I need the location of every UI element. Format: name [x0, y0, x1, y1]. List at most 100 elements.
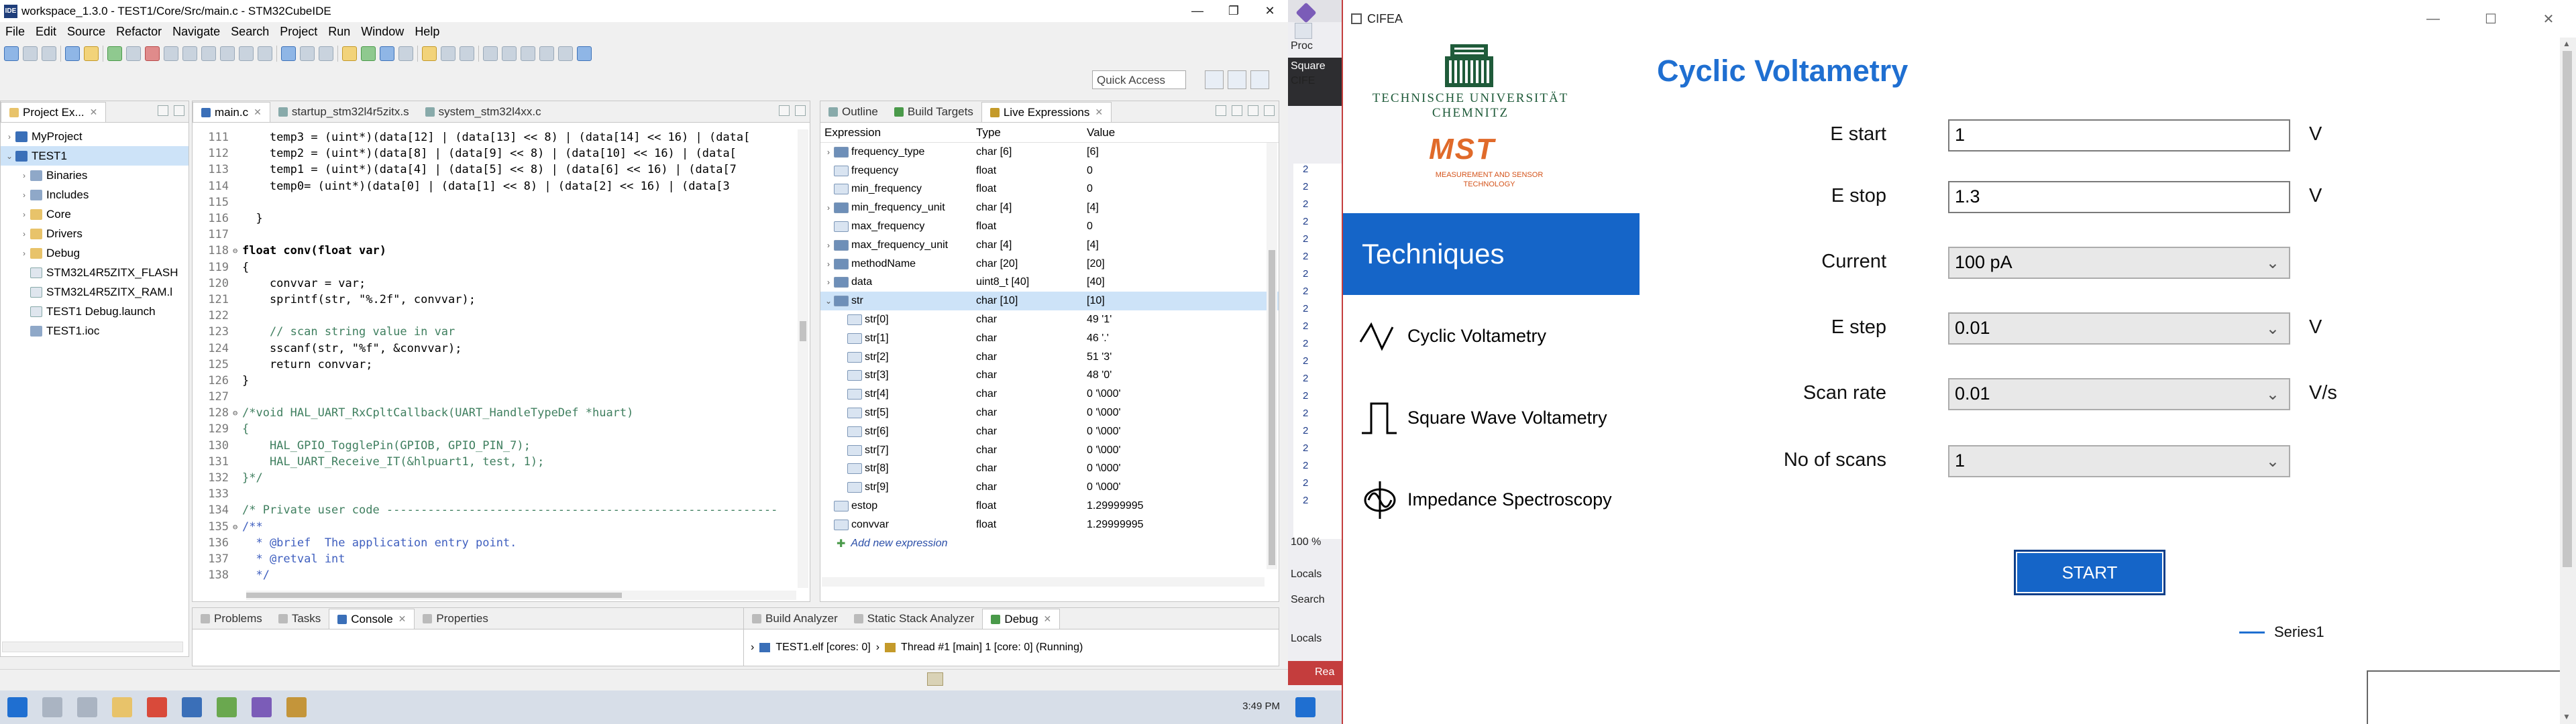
- search-icon[interactable]: [441, 46, 455, 61]
- back-icon[interactable]: [521, 46, 535, 61]
- expression-row[interactable]: › min_frequency_unit char [4] [4]: [820, 198, 1279, 217]
- vs-tree-item[interactable]: 2: [1293, 181, 1342, 198]
- tab-debug[interactable]: Debug ✕: [982, 609, 1061, 629]
- menu-help[interactable]: Help: [409, 25, 445, 39]
- debug-icon[interactable]: [380, 46, 394, 61]
- tab-build-targets[interactable]: Build Targets: [886, 102, 981, 122]
- save-all-icon[interactable]: [42, 46, 56, 61]
- menu-edit[interactable]: Edit: [30, 25, 62, 39]
- visual-studio-icon[interactable]: [252, 697, 272, 717]
- close-icon[interactable]: ✕: [254, 107, 262, 118]
- device-config-icon[interactable]: [281, 46, 296, 61]
- close-icon[interactable]: ✕: [1252, 0, 1288, 22]
- expression-row[interactable]: › frequency_type char [6] [6]: [820, 143, 1279, 162]
- tab-live-expressions[interactable]: Live Expressions ✕: [981, 102, 1112, 122]
- tree-item[interactable]: › MyProject: [1, 127, 189, 146]
- menu-navigate[interactable]: Navigate: [167, 25, 225, 39]
- no-of-scans-select[interactable]: 1 ⌄: [1948, 445, 2290, 477]
- cpp-perspective-icon[interactable]: [1228, 70, 1246, 89]
- pin-icon[interactable]: [558, 46, 573, 61]
- maximize-icon[interactable]: ☐: [2462, 0, 2520, 38]
- fold-icon[interactable]: ⊖: [233, 408, 242, 418]
- vs-tree-item[interactable]: 2: [1293, 286, 1342, 303]
- task-icon[interactable]: [460, 46, 474, 61]
- chevron-down-icon[interactable]: ⌄: [5, 152, 14, 161]
- tree-item[interactable]: › Drivers: [1, 224, 189, 243]
- vs-tree-item[interactable]: 2: [1293, 442, 1342, 460]
- chevron-right-icon[interactable]: ›: [876, 642, 879, 654]
- run-icon[interactable]: [361, 46, 376, 61]
- expression-row[interactable]: ⌄ str char [10] [10]: [820, 292, 1279, 311]
- vs-tree-item[interactable]: 2: [1293, 373, 1342, 390]
- start-button[interactable]: START: [2014, 550, 2165, 595]
- terminate-icon[interactable]: [145, 46, 160, 61]
- chevron-right-icon[interactable]: ›: [823, 147, 834, 157]
- vs-locals-tab[interactable]: Locals: [1291, 633, 1322, 645]
- close-icon[interactable]: ✕: [1044, 613, 1052, 625]
- minimize-icon[interactable]: —: [1179, 0, 1216, 22]
- vs-tree-item[interactable]: 2: [1293, 477, 1342, 495]
- close-icon[interactable]: ✕: [398, 613, 407, 625]
- stm32cubeide-icon[interactable]: [182, 697, 202, 717]
- vs-tree-item[interactable]: 2: [1293, 320, 1342, 338]
- app-icon[interactable]: [286, 697, 307, 717]
- open-perspective-icon[interactable]: [1205, 70, 1224, 89]
- tab-project-explorer[interactable]: Project Ex... ✕: [1, 102, 107, 122]
- header-value[interactable]: Value: [1087, 126, 1261, 139]
- save-icon[interactable]: [23, 46, 38, 61]
- status-icon[interactable]: [927, 672, 943, 686]
- vs-tree-item[interactable]: 2: [1293, 268, 1342, 286]
- menu-cyclic-voltametry[interactable]: Cyclic Voltametry: [1356, 312, 1652, 359]
- chevron-right-icon[interactable]: ›: [19, 249, 29, 258]
- quick-access-input[interactable]: Quick Access: [1092, 70, 1186, 89]
- e-start-input[interactable]: 1: [1948, 119, 2290, 152]
- tree-item[interactable]: › Debug: [1, 243, 189, 263]
- instruction-step-icon[interactable]: [239, 46, 254, 61]
- vs-search[interactable]: Search: [1291, 594, 1325, 606]
- menu-search[interactable]: Search: [225, 25, 274, 39]
- menu-run[interactable]: Run: [323, 25, 356, 39]
- scan-rate-select[interactable]: 0.01 ⌄: [1948, 378, 2290, 410]
- horizontal-scrollbar[interactable]: [822, 577, 1265, 587]
- menu-project[interactable]: Project: [274, 25, 323, 39]
- debug-thread-row[interactable]: › TEST1.elf [cores: 0] › Thread #1 [main…: [751, 642, 1083, 654]
- expression-row[interactable]: › max_frequency_unit char [4] [4]: [820, 236, 1279, 255]
- build-icon[interactable]: [65, 46, 80, 61]
- windows-start-icon[interactable]: [7, 697, 28, 717]
- disconnect-icon[interactable]: [164, 46, 178, 61]
- close-icon[interactable]: ✕: [2520, 0, 2576, 38]
- vs-locals-tab[interactable]: Locals: [1291, 568, 1322, 581]
- expression-row[interactable]: convvar float 1.29999995: [820, 516, 1279, 534]
- task-view-icon[interactable]: [77, 697, 97, 717]
- expression-row[interactable]: str[8] char 0 '\000': [820, 460, 1279, 479]
- tree-item[interactable]: › Core: [1, 204, 189, 224]
- vs-tree-item[interactable]: 2: [1293, 338, 1342, 355]
- header-type[interactable]: Type: [976, 126, 1087, 139]
- chevron-right-icon[interactable]: ›: [823, 278, 834, 287]
- tab-properties[interactable]: Properties: [415, 609, 496, 629]
- tab-outline[interactable]: Outline: [820, 102, 886, 122]
- scroll-down-icon[interactable]: ▼: [2563, 712, 2571, 721]
- horizontal-scrollbar[interactable]: [246, 591, 796, 600]
- vs-tree-item[interactable]: 2: [1293, 303, 1342, 320]
- hammer-icon[interactable]: [84, 46, 99, 61]
- tab-problems[interactable]: Problems: [193, 609, 270, 629]
- menu-window[interactable]: Window: [356, 25, 409, 39]
- chevron-right-icon[interactable]: ›: [5, 132, 14, 141]
- tab-main-c[interactable]: main.c ✕: [193, 102, 270, 122]
- tab-system-stm32l4xx-c[interactable]: system_stm32l4xx.c: [417, 102, 549, 122]
- fold-icon[interactable]: ⊖: [233, 246, 242, 255]
- help-icon[interactable]: [577, 46, 592, 61]
- open-type-icon[interactable]: [422, 46, 437, 61]
- vs-tree-item[interactable]: 2: [1293, 198, 1342, 216]
- vs-tree-item[interactable]: 2: [1293, 216, 1342, 233]
- vertical-scrollbar[interactable]: ▲ ▼: [2560, 38, 2576, 724]
- add-expression-row[interactable]: ✚ Add new expression: [820, 534, 1279, 553]
- vs-tree-item[interactable]: 2: [1293, 251, 1342, 268]
- minimize-icon[interactable]: —: [2404, 0, 2462, 38]
- e-step-select[interactable]: 0.01 ⌄: [1948, 312, 2290, 345]
- forward-icon[interactable]: [539, 46, 554, 61]
- scroll-thumb[interactable]: [800, 321, 806, 341]
- tab-console[interactable]: Console ✕: [329, 609, 415, 629]
- step-return-icon[interactable]: [220, 46, 235, 61]
